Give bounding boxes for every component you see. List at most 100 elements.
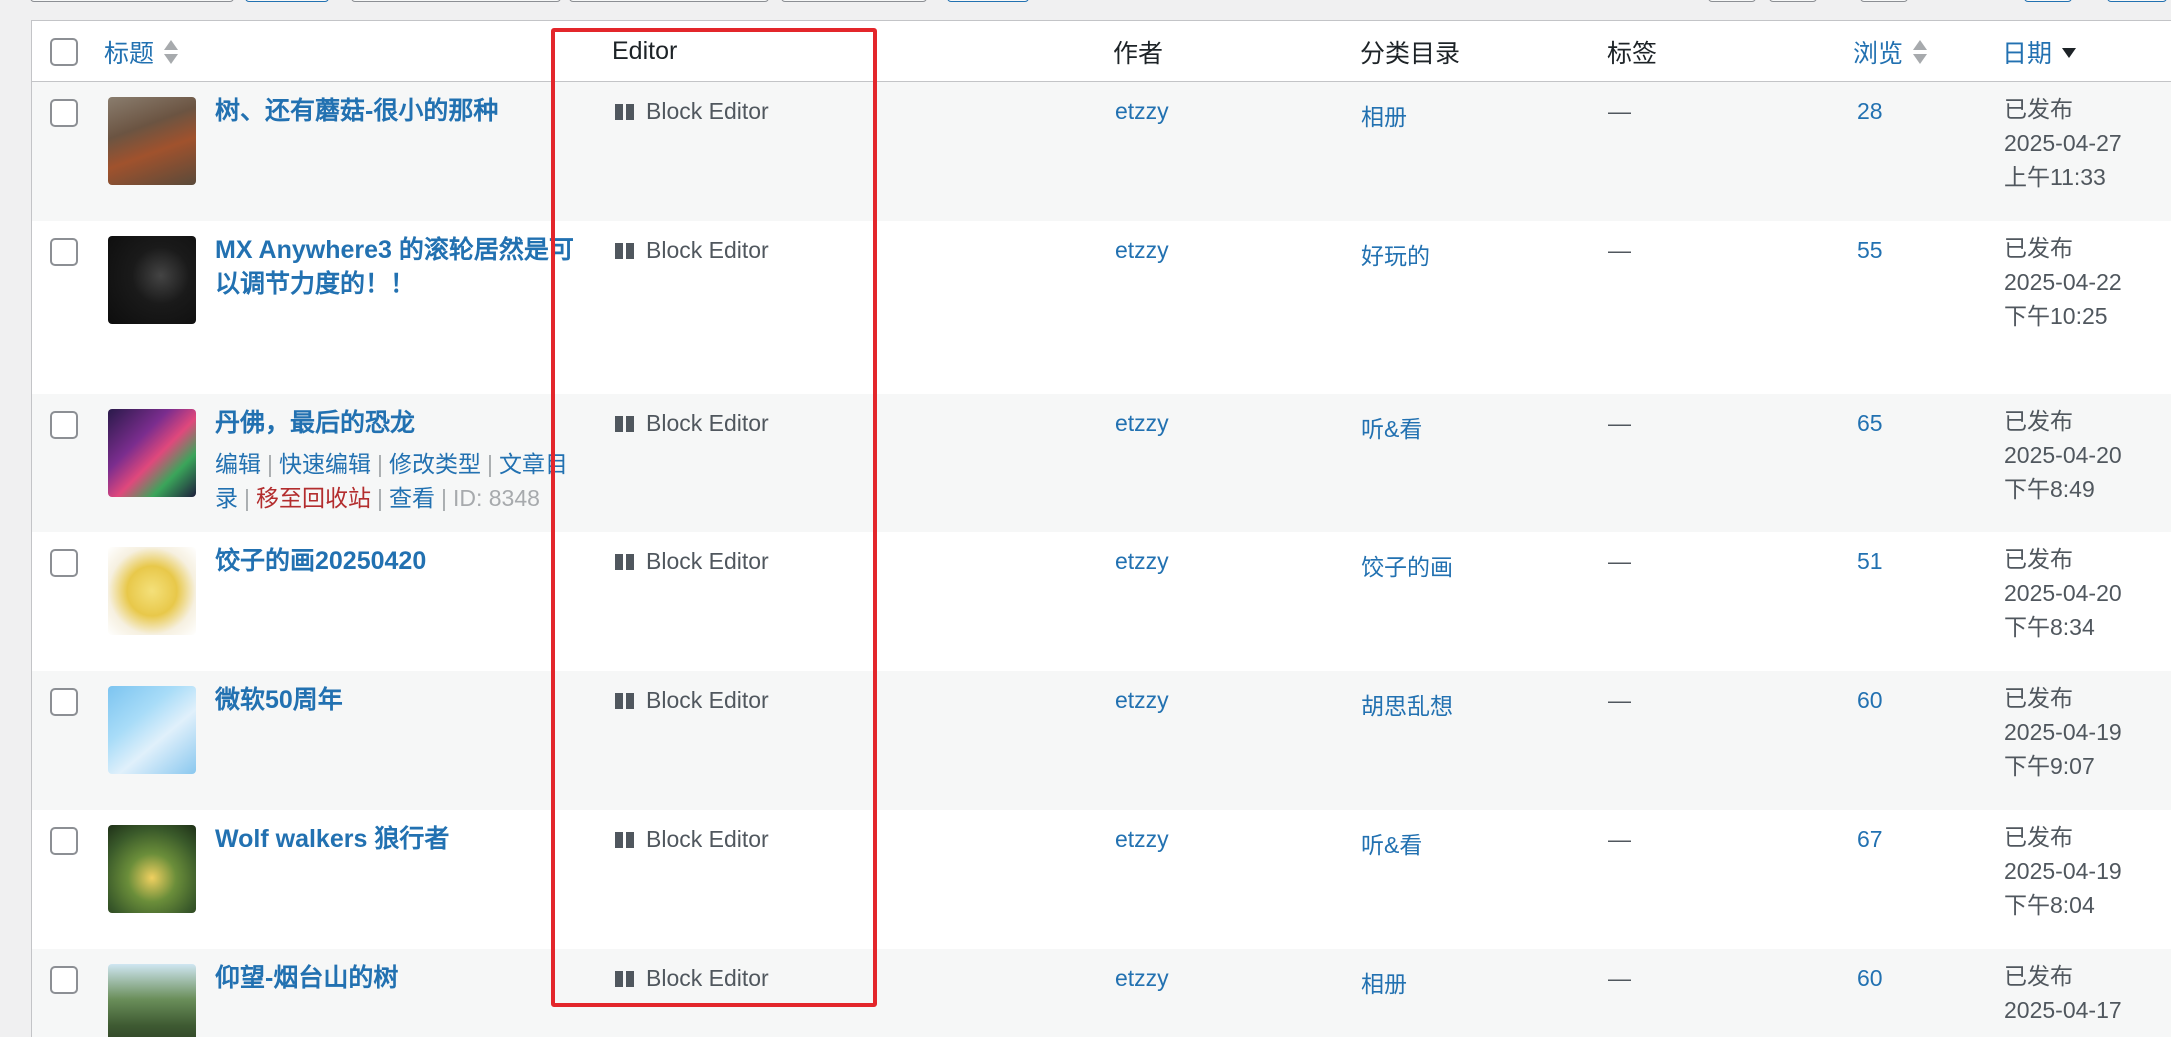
post-title-link[interactable]: 微软50周年 — [215, 683, 575, 717]
post-time: 上午11:33 — [2004, 164, 2106, 190]
views-count[interactable]: 55 — [1857, 237, 1883, 264]
editor-label: Block Editor — [646, 548, 769, 574]
post-status: 已发布 — [2004, 546, 2073, 572]
views-count[interactable]: 67 — [1857, 826, 1883, 853]
author-link[interactable]: etzzy — [1115, 687, 1169, 714]
post-time: 下午8:04 — [2004, 892, 2095, 918]
date-cell: 已发布 2025-04-19 下午8:04 — [2004, 820, 2122, 922]
trash-link[interactable]: 移至回收站 — [256, 485, 371, 511]
views-count[interactable]: 65 — [1857, 410, 1883, 437]
author-link[interactable]: etzzy — [1115, 410, 1169, 437]
post-thumbnail[interactable] — [108, 236, 196, 324]
editor-cell: Block Editor — [615, 98, 769, 125]
row-checkbox[interactable] — [50, 99, 78, 127]
block-editor-icon — [615, 415, 634, 432]
change-type-link[interactable]: 修改类型 — [389, 451, 481, 477]
post-title-link[interactable]: 仰望-烟台山的树 — [215, 961, 575, 995]
post-id: ID: 8348 — [452, 485, 540, 511]
post-status: 已发布 — [2004, 963, 2073, 989]
post-status: 已发布 — [2004, 96, 2073, 122]
post-date: 2025-04-20 — [2004, 580, 2122, 606]
editor-cell: Block Editor — [615, 826, 769, 853]
post-time: 下午9:07 — [2004, 753, 2095, 779]
views-count[interactable]: 60 — [1857, 687, 1883, 714]
editor-cell: Block Editor — [615, 410, 769, 437]
row-checkbox[interactable] — [50, 411, 78, 439]
post-status: 已发布 — [2004, 408, 2073, 434]
block-editor-icon — [615, 692, 634, 709]
category-link[interactable]: 听&看 — [1361, 826, 1422, 860]
filter-button[interactable] — [947, 0, 1029, 2]
block-editor-icon — [615, 242, 634, 259]
date-cell: 已发布 2025-04-20 下午8:34 — [2004, 542, 2122, 644]
post-thumbnail[interactable] — [108, 964, 196, 1037]
column-date-header[interactable]: 日期 — [2002, 21, 2077, 82]
post-thumbnail[interactable] — [108, 825, 196, 913]
post-title-link[interactable]: 树、还有蘑菇-很小的那种 — [215, 94, 575, 128]
editor-cell: Block Editor — [615, 965, 769, 992]
views-count[interactable]: 60 — [1857, 965, 1883, 992]
bulk-action-select[interactable] — [30, 0, 234, 2]
pagination-first-button[interactable] — [1708, 0, 1756, 2]
view-link[interactable]: 查看 — [389, 485, 435, 511]
block-editor-icon — [615, 553, 634, 570]
tags-value: — — [1608, 237, 1631, 263]
pagination-prev-button[interactable] — [1769, 0, 1817, 2]
row-checkbox[interactable] — [50, 549, 78, 577]
pagination-page-input[interactable] — [1860, 0, 1908, 2]
post-thumbnail[interactable] — [108, 547, 196, 635]
sort-desc-icon — [2062, 38, 2077, 66]
row-checkbox[interactable] — [50, 238, 78, 266]
block-editor-icon — [615, 831, 634, 848]
category-link[interactable]: 饺子的画 — [1361, 548, 1453, 582]
column-views-link[interactable]: 浏览 — [1853, 34, 1903, 70]
row-actions: 编辑 | 快速编辑 | 修改类型 | 文章目录 | 移至回收站 | 查看 | ID: 8348 — [215, 451, 568, 511]
post-thumbnail[interactable] — [108, 686, 196, 774]
category-link[interactable]: 听&看 — [1361, 410, 1422, 444]
post-title-link[interactable]: 丹佛，最后的恐龙 — [215, 406, 575, 440]
table-row: 树、还有蘑菇-很小的那种 Block Editor etzzy 相册 — 28 … — [32, 82, 2171, 221]
post-title-link[interactable]: 饺子的画20250420 — [215, 544, 575, 578]
pagination-next-button[interactable] — [2024, 0, 2072, 2]
column-views-header[interactable]: 浏览 — [1853, 21, 1928, 82]
author-link[interactable]: etzzy — [1115, 826, 1169, 853]
category-link[interactable]: 好玩的 — [1361, 237, 1430, 271]
views-count[interactable]: 28 — [1857, 98, 1883, 125]
category-link[interactable]: 相册 — [1361, 965, 1407, 999]
date-cell: 已发布 2025-04-22 下午10:25 — [2004, 231, 2122, 333]
post-title-link[interactable]: MX Anywhere3 的滚轮居然是可以调节力度的！！ — [215, 233, 575, 301]
category-link[interactable]: 相册 — [1361, 98, 1407, 132]
pagination-last-button[interactable] — [2107, 0, 2167, 2]
column-tags-header: 标签 — [1607, 39, 1658, 68]
post-status: 已发布 — [2004, 824, 2073, 850]
table-row: 仰望-烟台山的树 Block Editor etzzy 相册 — 60 已发布 … — [32, 949, 2171, 1037]
quick-edit-link[interactable]: 快速编辑 — [279, 451, 371, 477]
author-link[interactable]: etzzy — [1115, 98, 1169, 125]
column-title-header[interactable]: 标题 — [104, 21, 179, 82]
post-date: 2025-04-19 — [2004, 858, 2122, 884]
author-link[interactable]: etzzy — [1115, 548, 1169, 575]
author-link[interactable]: etzzy — [1115, 237, 1169, 264]
block-editor-icon — [615, 103, 634, 120]
apply-button[interactable] — [245, 0, 329, 2]
post-date: 2025-04-22 — [2004, 269, 2122, 295]
format-filter-select[interactable] — [781, 0, 927, 2]
views-count[interactable]: 51 — [1857, 548, 1883, 575]
row-checkbox[interactable] — [50, 688, 78, 716]
date-cell: 已发布 2025-04-20 下午8:49 — [2004, 404, 2122, 506]
author-link[interactable]: etzzy — [1115, 965, 1169, 992]
column-title-link[interactable]: 标题 — [104, 34, 154, 70]
posts-table: 标题 Editor 作者 分类目录 标签 浏览 日期 树、还有蘑菇-很小的那种 … — [31, 20, 2171, 1037]
post-title-link[interactable]: Wolf walkers 狼行者 — [215, 822, 575, 856]
category-link[interactable]: 胡思乱想 — [1361, 687, 1453, 721]
select-all-checkbox[interactable] — [50, 38, 78, 66]
edit-link[interactable]: 编辑 — [215, 451, 261, 477]
date-filter-select[interactable] — [351, 0, 561, 2]
row-checkbox[interactable] — [50, 966, 78, 994]
category-filter-select[interactable] — [569, 0, 769, 2]
row-checkbox[interactable] — [50, 827, 78, 855]
column-date-link[interactable]: 日期 — [2002, 34, 2052, 70]
table-row: MX Anywhere3 的滚轮居然是可以调节力度的！！ Block Edito… — [32, 221, 2171, 394]
post-thumbnail[interactable] — [108, 409, 196, 497]
post-thumbnail[interactable] — [108, 97, 196, 185]
